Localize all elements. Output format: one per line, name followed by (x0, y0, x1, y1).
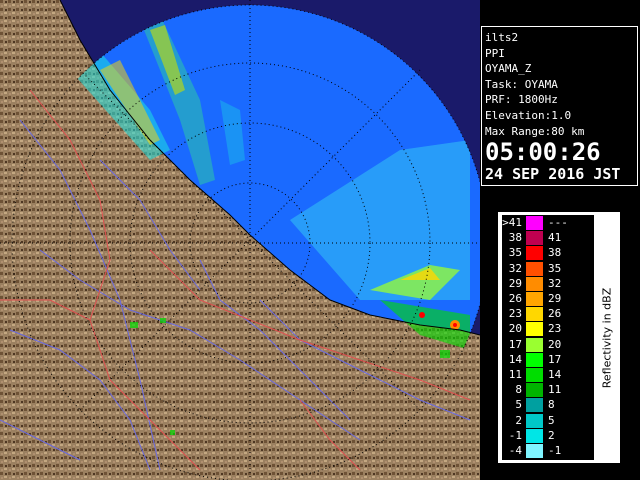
legend-row-high: 8 (548, 398, 555, 412)
legend-row-high: 17 (548, 352, 562, 366)
legend-row-low: -4 (508, 444, 522, 457)
scan-date: 24 SEP 2016 JST (485, 165, 621, 184)
legend-row-high: 2 (548, 428, 555, 442)
radar-id: ilts2 (485, 31, 519, 44)
legend-row-high: --- (548, 216, 568, 229)
legend-row: 20 23 (502, 321, 594, 337)
elevation-value: Elevation:1.0 (485, 108, 572, 122)
legend-color-swatch (526, 337, 543, 352)
legend-row: 58 (502, 397, 594, 413)
radar-ppi-view[interactable] (0, 0, 480, 480)
legend-row-high: 14 (548, 368, 562, 381)
radar-info-panel: ilts2 PPI OYAMA_Z Task: OYAMA PRF: 1800H… (481, 26, 638, 186)
legend-color-swatch (526, 307, 543, 322)
legend-row-low: 32 (508, 261, 522, 275)
legend-row-high: -1 (548, 444, 562, 457)
legend-color-swatch (526, 231, 543, 246)
legend-color-swatch (526, 398, 543, 413)
legend-row-low: >41 (502, 216, 522, 229)
legend-color-swatch (526, 261, 543, 276)
legend-row-low: 26 (508, 292, 522, 305)
legend-row: 38 41 (502, 230, 594, 246)
legend-row-high: 32 (548, 276, 562, 290)
legend-row: 8 11 (502, 382, 594, 398)
legend-color-swatch (526, 368, 543, 382)
legend-color-swatch (526, 216, 543, 230)
legend-row: -1 2 (502, 428, 594, 443)
scan-type: PPI (485, 46, 505, 60)
legend-color-swatch (526, 352, 543, 367)
legend-row-high: 38 (548, 246, 562, 260)
legend-row-low: 29 (508, 276, 522, 290)
legend-row-high: 41 (548, 231, 562, 245)
legend-row-low: -1 (508, 428, 522, 442)
task-name: Task: OYAMA (485, 77, 558, 91)
legend-row: >41 --- (502, 215, 594, 230)
legend-row-low: 2 (515, 413, 522, 427)
legend-row-low: 14 (508, 352, 522, 366)
legend-row-high: 29 (548, 292, 562, 305)
legend-unit-label: Reflectivity in dBZ (594, 212, 620, 463)
legend-rows: >41 --- 38 41 35 38 32 35 29 32 26 29 23 26 20 23 17 20 14… (502, 215, 594, 460)
legend-row: 29 32 (502, 276, 594, 291)
legend-row: 35 38 (502, 245, 594, 261)
legend-row: 25 (502, 413, 594, 428)
legend-row: -4 -1 (502, 443, 594, 458)
prf-value: PRF: 1800Hz (485, 93, 558, 107)
legend-color-swatch (526, 413, 543, 428)
legend-row-low: 8 (515, 383, 522, 397)
legend-row-low: 20 (508, 322, 522, 336)
legend-color-swatch (526, 428, 543, 443)
legend-color-swatch (526, 444, 543, 458)
legend-row-low: 5 (515, 398, 522, 412)
legend-row: 11 14 (502, 367, 594, 382)
legend-row-high: 35 (548, 261, 562, 275)
legend-color-swatch (526, 322, 543, 337)
radar-map-svg (0, 0, 480, 480)
legend-row-low: 11 (508, 368, 522, 381)
legend-row-low: 35 (508, 246, 522, 260)
product-name: OYAMA_Z (485, 62, 532, 76)
legend-row-high: 20 (548, 337, 562, 351)
legend-color-swatch (526, 383, 543, 398)
legend-row-high: 23 (548, 322, 562, 336)
legend-color-swatch (526, 292, 543, 306)
scan-time: 05:00:26 (485, 138, 601, 167)
legend-row-high: 5 (548, 413, 555, 427)
legend-row-low: 38 (508, 231, 522, 245)
legend-color-swatch (526, 276, 543, 291)
legend-row: 17 20 (502, 337, 594, 352)
legend-unit-text: Reflectivity in dBZ (600, 287, 614, 388)
legend-row-low: 17 (508, 337, 522, 351)
legend-row-high: 11 (548, 383, 562, 397)
reflectivity-legend: >41 --- 38 41 35 38 32 35 29 32 26 29 23 26 20 23 17 20 14… (497, 211, 621, 464)
legend-row-low: 23 (508, 307, 522, 321)
legend-row: 32 35 (502, 261, 594, 276)
legend-row-high: 26 (548, 307, 562, 321)
legend-color-swatch (526, 246, 543, 261)
legend-row: 14 17 (502, 352, 594, 367)
max-range-value: Max Range:80 km (485, 124, 585, 138)
legend-row: 23 26 (502, 306, 594, 322)
legend-row: 26 29 (502, 291, 594, 306)
